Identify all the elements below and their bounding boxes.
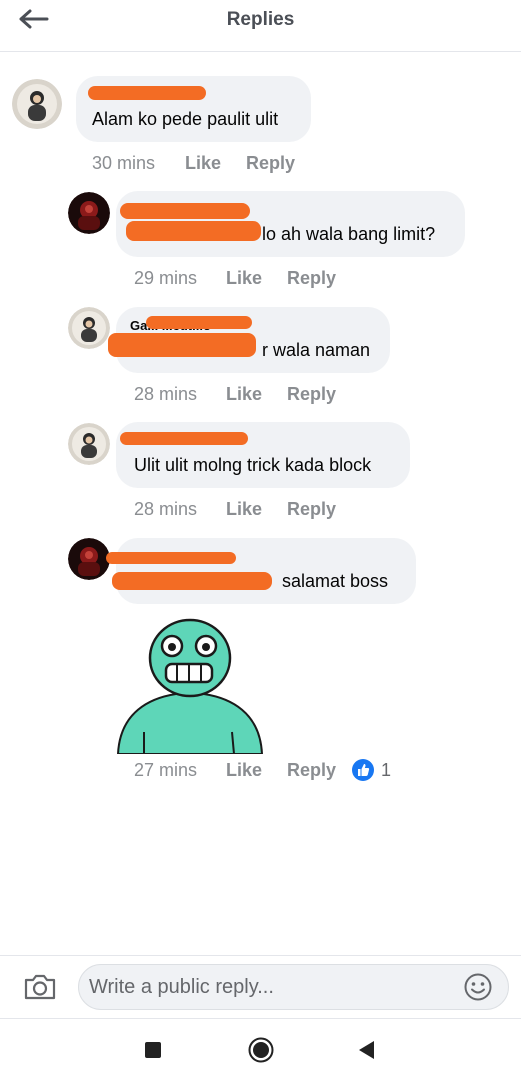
like-button[interactable]: Like: [226, 499, 262, 520]
avatar[interactable]: [68, 192, 110, 234]
avatar[interactable]: [68, 538, 110, 580]
redaction-mark: [126, 221, 261, 241]
camera-icon[interactable]: [22, 971, 58, 1003]
reply-composer: [0, 955, 521, 1019]
redaction-mark: [120, 203, 250, 219]
comment-timestamp: 27 mins: [134, 760, 198, 780]
comment-bubble[interactable]: Ga... ...cutillo r wala naman: [108, 307, 390, 373]
comment-bubble[interactable]: Alam ko pede paulit ulit: [76, 76, 311, 142]
comment-timestamp: 30 mins: [92, 153, 156, 173]
nav-recents-icon[interactable]: [145, 1042, 161, 1058]
like-button[interactable]: Like: [226, 384, 262, 405]
emoji-icon[interactable]: [463, 972, 493, 1002]
redaction-mark: [106, 552, 236, 564]
avatar[interactable]: [12, 79, 62, 129]
comment-text: Ulit ulit molng trick kada block: [134, 455, 372, 475]
page-title: Replies: [226, 9, 295, 30]
like-thumb-icon[interactable]: [352, 759, 374, 781]
comment-text: Alam ko pede paulit ulit: [92, 109, 279, 129]
sticker-image[interactable]: [114, 614, 266, 755]
reply-input[interactable]: [78, 964, 509, 1010]
like-button[interactable]: Like: [226, 268, 262, 289]
reaction-count: 1: [381, 760, 392, 780]
comment-bubble[interactable]: lo ah wala bang limit?: [116, 191, 465, 257]
redaction-mark: [112, 572, 272, 590]
system-nav-bar: [0, 1020, 521, 1080]
reply-button[interactable]: Reply: [287, 760, 336, 781]
redaction-mark: [88, 86, 206, 100]
comment-text: salamat boss: [282, 571, 389, 591]
redaction-mark: [120, 432, 248, 445]
reply-button[interactable]: Reply: [287, 499, 336, 520]
comment-text: lo ah wala bang limit?: [262, 224, 436, 244]
reply-button[interactable]: Reply: [287, 268, 336, 289]
header-bar: Replies: [0, 0, 521, 52]
like-button[interactable]: Like: [226, 760, 262, 781]
reply-button[interactable]: Reply: [246, 153, 295, 174]
reply-button[interactable]: Reply: [287, 384, 336, 405]
redaction-mark: [146, 316, 252, 329]
nav-back-icon[interactable]: [357, 1040, 375, 1060]
comment-timestamp: 29 mins: [134, 268, 198, 288]
avatar[interactable]: [68, 423, 110, 465]
comment-bubble[interactable]: salamat boss: [106, 538, 416, 604]
nav-home-icon[interactable]: [248, 1037, 274, 1063]
comment-timestamp: 28 mins: [134, 499, 198, 519]
avatar[interactable]: [68, 307, 110, 349]
redaction-mark: [108, 333, 256, 357]
comment-timestamp: 28 mins: [134, 384, 198, 404]
comment-bubble[interactable]: Ulit ulit molng trick kada block: [116, 422, 410, 488]
like-button[interactable]: Like: [185, 153, 221, 174]
comment-text: r wala naman: [262, 340, 371, 360]
